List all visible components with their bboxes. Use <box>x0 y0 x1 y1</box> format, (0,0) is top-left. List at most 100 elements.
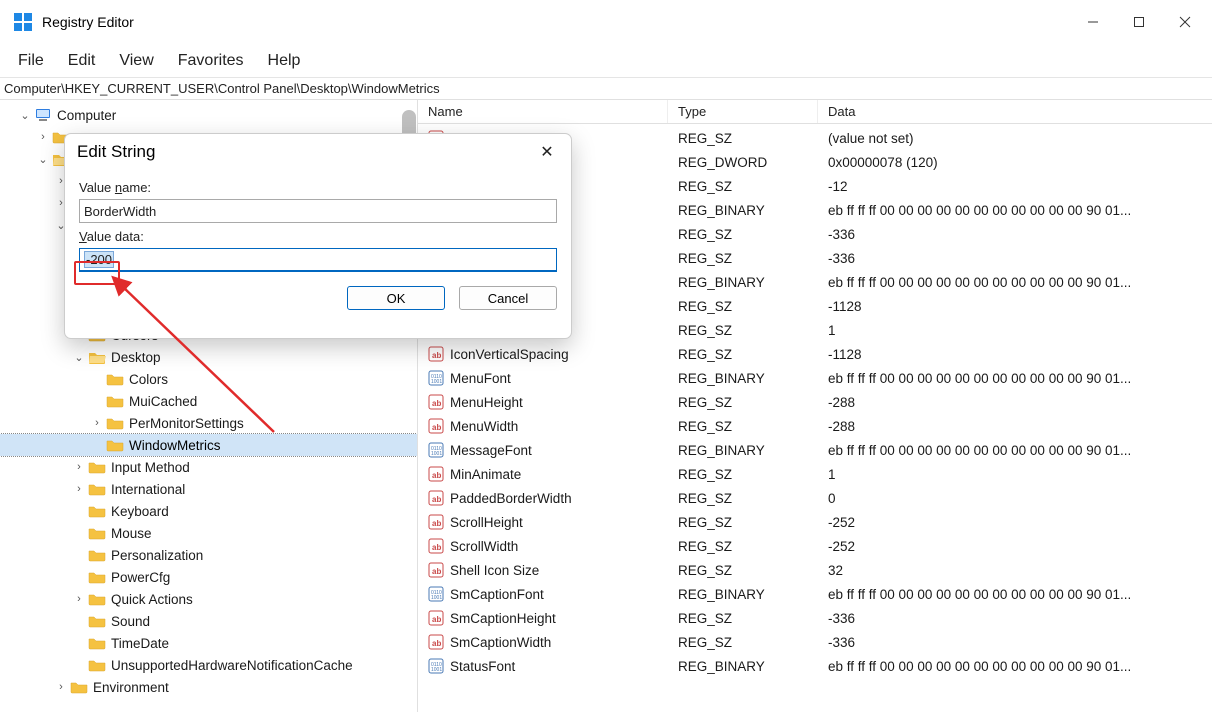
tree-label: PowerCfg <box>111 570 170 585</box>
chevron-icon[interactable]: › <box>90 417 104 429</box>
chevron-icon[interactable]: ⌄ <box>18 109 32 122</box>
binary-value-icon: 01101001 <box>428 586 444 602</box>
svg-text:1001: 1001 <box>431 667 442 673</box>
tree-node[interactable]: MuiCached <box>0 390 417 412</box>
value-name: StatusFont <box>450 659 515 674</box>
dialog-close-button[interactable]: ✕ <box>535 142 559 162</box>
chevron-icon[interactable]: › <box>72 483 86 495</box>
column-data[interactable]: Data <box>818 100 1212 123</box>
list-row[interactable]: abIconVerticalSpacingREG_SZ-1128 <box>418 342 1212 366</box>
list-row[interactable]: abMenuWidthREG_SZ-288 <box>418 414 1212 438</box>
cancel-button[interactable]: Cancel <box>459 286 557 310</box>
value-name-input[interactable] <box>79 199 557 223</box>
value-data: -12 <box>818 179 1212 194</box>
svg-text:ab: ab <box>432 471 441 480</box>
tree-node[interactable]: TimeDate <box>0 632 417 654</box>
tree-node[interactable]: Keyboard <box>0 500 417 522</box>
tree-node[interactable]: › International <box>0 478 417 500</box>
binary-value-icon: 01101001 <box>428 658 444 674</box>
menu-favorites[interactable]: Favorites <box>166 46 256 76</box>
value-data-label: Value data: <box>79 229 557 244</box>
list-row[interactable]: 01101001SmCaptionFontREG_BINARYeb ff ff … <box>418 582 1212 606</box>
value-type: REG_SZ <box>668 251 818 266</box>
tree-node[interactable]: Personalization <box>0 544 417 566</box>
value-type: REG_SZ <box>668 347 818 362</box>
chevron-icon[interactable]: › <box>54 681 68 693</box>
tree-node[interactable]: PowerCfg <box>0 566 417 588</box>
string-value-icon: ab <box>428 394 444 410</box>
close-button[interactable] <box>1162 6 1208 38</box>
menu-edit[interactable]: Edit <box>56 46 108 76</box>
list-row[interactable]: abMenuHeightREG_SZ-288 <box>418 390 1212 414</box>
list-row[interactable]: abSmCaptionHeightREG_SZ-336 <box>418 606 1212 630</box>
list-row[interactable]: 01101001MessageFontREG_BINARYeb ff ff ff… <box>418 438 1212 462</box>
column-name[interactable]: Name <box>418 100 668 123</box>
folder-icon <box>88 636 106 650</box>
binary-value-icon: 01101001 <box>428 442 444 458</box>
list-row[interactable]: abShell Icon SizeREG_SZ32 <box>418 558 1212 582</box>
value-type: REG_SZ <box>668 395 818 410</box>
menu-file[interactable]: File <box>6 46 56 76</box>
value-type: REG_SZ <box>668 131 818 146</box>
tree-node[interactable]: ⌄Computer <box>0 104 417 126</box>
svg-text:ab: ab <box>432 639 441 648</box>
value-data: -1128 <box>818 299 1212 314</box>
list-row[interactable]: abScrollHeightREG_SZ-252 <box>418 510 1212 534</box>
value-name: MenuWidth <box>450 419 518 434</box>
tree-node[interactable]: Mouse <box>0 522 417 544</box>
tree-node[interactable]: Sound <box>0 610 417 632</box>
list-row[interactable]: abSmCaptionWidthREG_SZ-336 <box>418 630 1212 654</box>
value-type: REG_SZ <box>668 419 818 434</box>
tree-node[interactable]: UnsupportedHardwareNotificationCache <box>0 654 417 676</box>
list-row[interactable]: 01101001MenuFontREG_BINARYeb ff ff ff 00… <box>418 366 1212 390</box>
value-data-input[interactable]: -200 <box>79 248 557 272</box>
list-row[interactable]: abMinAnimateREG_SZ1 <box>418 462 1212 486</box>
tree-label: UnsupportedHardwareNotificationCache <box>111 658 353 673</box>
value-type: REG_DWORD <box>668 155 818 170</box>
tree-label: Sound <box>111 614 150 629</box>
value-data: -336 <box>818 635 1212 650</box>
chevron-icon[interactable]: ⌄ <box>72 351 86 364</box>
column-type[interactable]: Type <box>668 100 818 123</box>
tree-node[interactable]: ›Quick Actions <box>0 588 417 610</box>
value-type: REG_BINARY <box>668 203 818 218</box>
maximize-button[interactable] <box>1116 6 1162 38</box>
value-data: (value not set) <box>818 131 1212 146</box>
value-name: PaddedBorderWidth <box>450 491 572 506</box>
folder-icon <box>88 504 106 518</box>
tree-label: International <box>111 482 185 497</box>
value-data: 1 <box>818 467 1212 482</box>
folder-icon <box>88 570 106 584</box>
menu-view[interactable]: View <box>107 46 165 76</box>
tree-label: Environment <box>93 680 169 695</box>
value-type: REG_BINARY <box>668 587 818 602</box>
tree-label: Keyboard <box>111 504 169 519</box>
value-data: eb ff ff ff 00 00 00 00 00 00 00 00 00 0… <box>818 203 1212 218</box>
ok-button[interactable]: OK <box>347 286 445 310</box>
string-value-icon: ab <box>428 418 444 434</box>
value-data: 0 <box>818 491 1212 506</box>
chevron-icon[interactable]: ⌄ <box>36 153 50 166</box>
svg-text:1001: 1001 <box>431 595 442 601</box>
tree-node[interactable]: ›Input Method <box>0 456 417 478</box>
tree-node[interactable]: › Environment <box>0 676 417 698</box>
value-name: IconVerticalSpacing <box>450 347 569 362</box>
list-row[interactable]: abScrollWidthREG_SZ-252 <box>418 534 1212 558</box>
value-type: REG_SZ <box>668 635 818 650</box>
chevron-icon[interactable]: › <box>72 593 86 605</box>
minimize-button[interactable] <box>1070 6 1116 38</box>
address-bar[interactable]: Computer\HKEY_CURRENT_USER\Control Panel… <box>0 78 1212 100</box>
chevron-icon[interactable]: › <box>72 461 86 473</box>
tree-node[interactable]: Colors <box>0 368 417 390</box>
tree-node[interactable]: WindowMetrics <box>0 434 417 456</box>
svg-text:ab: ab <box>432 495 441 504</box>
list-row[interactable]: abPaddedBorderWidthREG_SZ0 <box>418 486 1212 510</box>
tree-node[interactable]: ›PerMonitorSettings <box>0 412 417 434</box>
value-type: REG_SZ <box>668 563 818 578</box>
list-row[interactable]: 01101001StatusFontREG_BINARYeb ff ff ff … <box>418 654 1212 678</box>
chevron-icon[interactable]: › <box>36 131 50 143</box>
menu-help[interactable]: Help <box>256 46 313 76</box>
binary-value-icon: 01101001 <box>428 370 444 386</box>
value-data: eb ff ff ff 00 00 00 00 00 00 00 00 00 0… <box>818 587 1212 602</box>
tree-node[interactable]: ⌄Desktop <box>0 346 417 368</box>
